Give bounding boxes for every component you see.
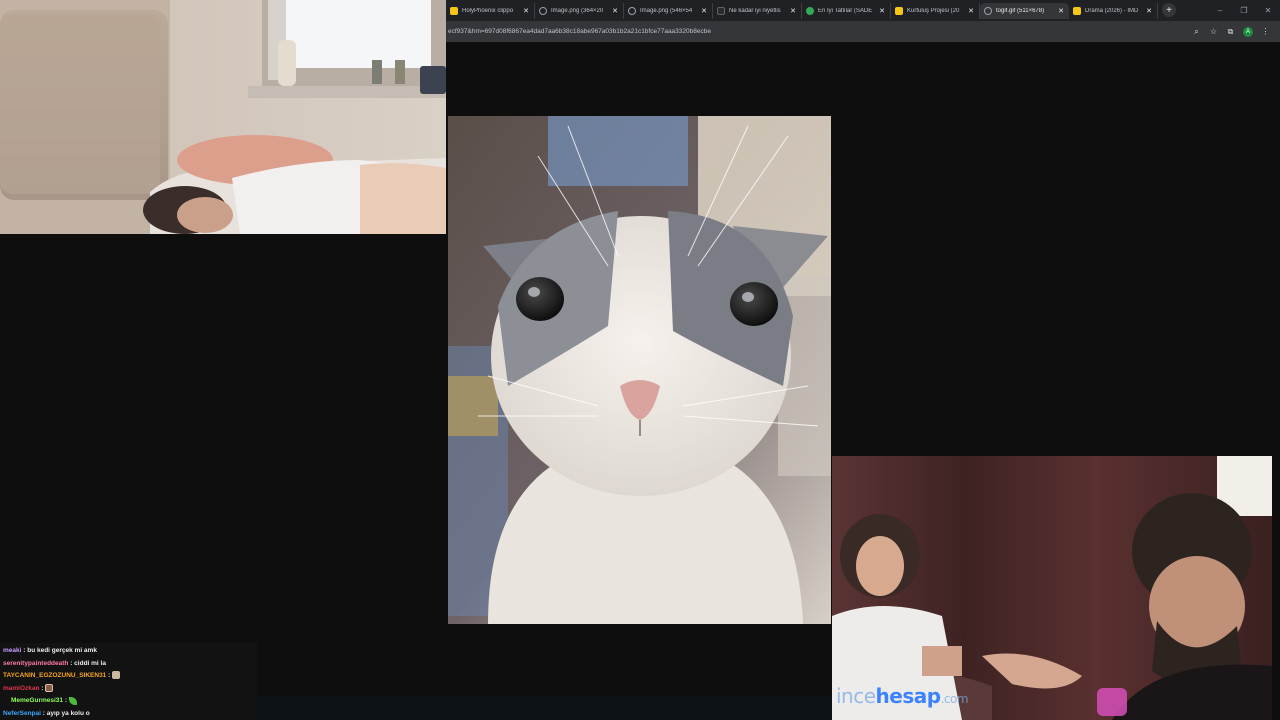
close-icon[interactable]: ✕ [967, 7, 975, 15]
close-icon[interactable]: ✕ [1145, 7, 1153, 15]
eksi-icon [717, 7, 725, 15]
globe-icon [984, 7, 992, 15]
close-icon[interactable]: ✕ [700, 7, 708, 15]
tab-2[interactable]: Image.png (364×20 ✕ [535, 3, 624, 19]
tab-4[interactable]: Ne kadar iyi niyetlis ✕ [713, 3, 802, 19]
chat-username[interactable]: meaki [3, 647, 21, 654]
close-icon[interactable]: ✕ [1057, 7, 1065, 15]
chat-message: TAYCANIN_EGZOZUNU_SIKEN31 : [3, 670, 254, 683]
chat-text: ayıp ya kolu o [46, 709, 90, 717]
tab-title: Image.png (546×54 [640, 8, 693, 14]
chat-text: bu kedi gerçek mi amk [27, 647, 97, 654]
window-controls: – ❐ ✕ [1208, 0, 1280, 20]
chat-separator: : [63, 697, 69, 705]
close-window-icon[interactable]: ✕ [1256, 0, 1280, 20]
zoom-icon[interactable]: ⌕ [1188, 27, 1205, 37]
webcam-bottom-right: incehesap.com [832, 456, 1272, 720]
close-icon[interactable]: ✕ [611, 7, 619, 15]
holyphoenix-icon [450, 7, 458, 15]
chat-message: serenitypainteddeath : ciddi mi la [3, 658, 254, 671]
bottom-strip [257, 696, 832, 720]
leaf-icon [806, 7, 814, 15]
profile-avatar[interactable]: A [1243, 26, 1253, 37]
new-tab-plus-icon[interactable]: + [1162, 3, 1176, 17]
chat-username[interactable]: NeferSenpai [3, 710, 41, 717]
stream-layout: HolyPhoenix clippo ✕ Image.png (364×20 ✕… [0, 0, 1280, 720]
chat-username[interactable]: serenitypainteddeath [3, 660, 68, 667]
url-field[interactable]: ecf937&hm=697d08f6867ea4dad7aa6b38c18abe… [446, 28, 1188, 35]
tab-6[interactable]: Kurtuluş Projesi (20 ✕ [891, 3, 980, 19]
extensions-puzzle-icon[interactable]: ⧉ [1222, 27, 1239, 37]
chat-username[interactable]: MemeGurmesi31 [11, 697, 63, 704]
bookmark-star-icon[interactable]: ☆ [1205, 27, 1222, 36]
webcam-top-left [0, 0, 446, 234]
tab-title: Kurtuluş Projesi (20 [907, 8, 960, 14]
tab-title: Ne kadar iyi niyetlis [729, 8, 781, 14]
globe-icon [539, 7, 547, 15]
chat-username[interactable]: mamiOzkan [3, 685, 40, 692]
chat-text: ciddi mi la [74, 659, 106, 667]
cat-image [448, 116, 831, 624]
close-icon[interactable]: ✕ [789, 7, 797, 15]
chat-overlay: meaki : bu kedi gerçek mi amk serenitypa… [0, 643, 257, 720]
address-bar: ecf937&hm=697d08f6867ea4dad7aa6b38c18abe… [446, 21, 1280, 42]
tab-7-active[interactable]: togif.gif (511×678) ✕ [980, 3, 1069, 19]
tab-title: HolyPhoenix clippo [462, 8, 514, 14]
tab-title: En İyi Tatlılar (SADE [818, 8, 873, 14]
tab-title: Drama (2026) - IMD [1085, 8, 1139, 14]
tab-5[interactable]: En İyi Tatlılar (SADE ✕ [802, 3, 891, 19]
tab-title: Image.png (364×20 [551, 8, 604, 14]
logo-text-com: .com [940, 692, 969, 706]
webcam-scene-hosts [832, 456, 1272, 720]
tab-title: togif.gif (511×678) [996, 8, 1045, 14]
leaf-emote-icon [68, 696, 77, 705]
minimize-icon[interactable]: – [1208, 0, 1232, 20]
tab-1[interactable]: HolyPhoenix clippo ✕ [446, 3, 535, 19]
chat-message: MemeGurmesi31 : [3, 695, 254, 708]
webcam-scene-bedroom [0, 0, 446, 234]
tab-8[interactable]: Drama (2026) - IMD ✕ [1069, 3, 1158, 19]
toolbar-icons: ⌕ ☆ ⧉ A ⋮ [1188, 26, 1280, 37]
imdb-icon [1073, 7, 1081, 15]
chat-message: mamiOzkan : [3, 683, 254, 696]
close-icon[interactable]: ✕ [878, 7, 886, 15]
restore-icon[interactable]: ❐ [1232, 0, 1256, 20]
tab-3[interactable]: Image.png (546×54 ✕ [624, 3, 713, 19]
logo-text-ince: ince [836, 684, 876, 708]
imdb-icon [895, 7, 903, 15]
incehesap-logo: incehesap.com [836, 684, 969, 708]
framed-picture-emote-icon [45, 684, 54, 693]
chat-message: NeferSenpai : ayıp ya kolu o [3, 708, 254, 720]
logo-text-hesap: hesap [875, 684, 942, 708]
browser-window: HolyPhoenix clippo ✕ Image.png (364×20 ✕… [446, 0, 1280, 42]
cat-photo-illustration [448, 116, 831, 624]
globe-icon [628, 7, 636, 15]
chat-message: meaki : bu kedi gerçek mi amk [3, 645, 254, 658]
bag-emote-icon [112, 671, 121, 680]
chat-username[interactable]: TAYCANIN_EGZOZUNU_SIKEN31 [3, 672, 106, 679]
close-icon[interactable]: ✕ [522, 7, 530, 15]
tab-strip: HolyPhoenix clippo ✕ Image.png (364×20 ✕… [446, 0, 1280, 20]
menu-dots-icon[interactable]: ⋮ [1257, 27, 1274, 36]
